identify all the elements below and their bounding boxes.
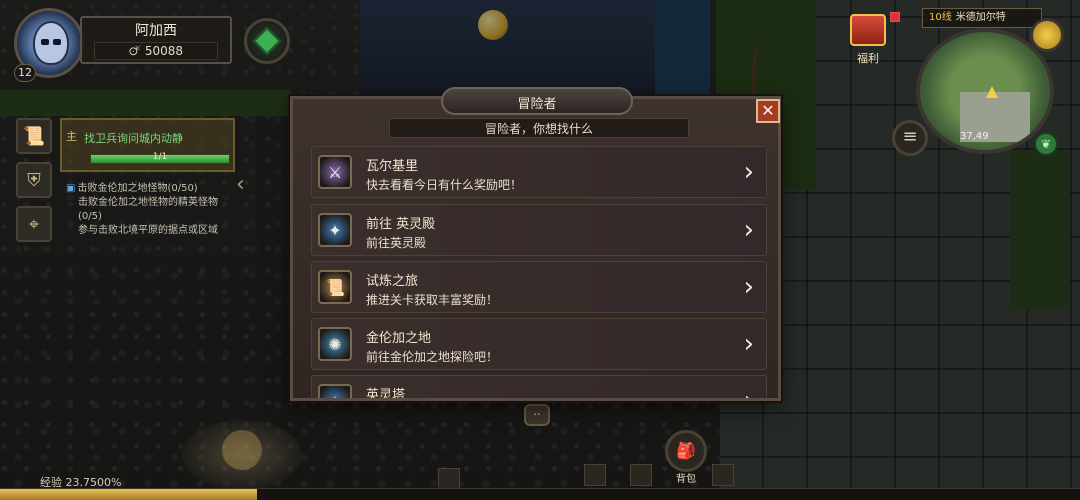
option-desc: 前往金伦加之地探险吧！ xyxy=(366,350,499,364)
gold-value: 50088 xyxy=(144,44,184,58)
minimap[interactable]: 37,49 xyxy=(916,28,1054,154)
skill-slot[interactable] xyxy=(630,464,652,486)
option-desc: 推进关卡获取丰富奖励！ xyxy=(366,293,499,307)
location-bar: 10线 米德加尔特 xyxy=(922,8,1042,28)
option-valhalla[interactable]: ✦ 前往 英灵殿 前往英灵殿 › xyxy=(311,204,767,256)
chevron-right-icon: › xyxy=(744,386,754,398)
day-cycle-sun-icon[interactable] xyxy=(1030,18,1064,52)
collapse-quest-arrow-icon[interactable]: ‹ xyxy=(236,172,245,197)
scroll-icon: 📜 xyxy=(318,270,352,304)
dialog-subtitle: 冒险者，你想找什么 xyxy=(484,122,593,136)
notification-dot xyxy=(890,12,900,22)
main-quest-title: 找卫兵询问城内动静 xyxy=(84,132,183,145)
welfare-button[interactable]: 福利 xyxy=(842,14,894,70)
valhalla-icon: ✦ xyxy=(318,213,352,247)
quest-detail-item: 参与击败北境平原的据点或区域 xyxy=(78,225,218,236)
tower-icon: ✦ xyxy=(318,384,352,398)
quest-progress-bar: 1/1 xyxy=(90,152,230,164)
quest-detail-item: 击败金伦加之地怪物的精英怪物(0/5) xyxy=(78,197,218,222)
quest-progress-text: 1/1 xyxy=(152,152,168,162)
gem-button[interactable] xyxy=(244,18,290,64)
option-title: 金伦加之地 xyxy=(366,331,432,346)
option-title: 前往 英灵殿 xyxy=(366,217,436,232)
skill-slot[interactable] xyxy=(712,464,734,486)
exp-bar xyxy=(0,488,1080,500)
coin-icon: 🜚 xyxy=(128,44,145,58)
avatar-face-icon xyxy=(33,21,69,65)
minimap-coords: 37,49 xyxy=(960,131,989,142)
option-title: 试炼之旅 xyxy=(366,274,419,289)
server-line: 10线 xyxy=(929,12,952,23)
skill-slot[interactable] xyxy=(584,464,606,486)
player-nameplate: 阿加西 🜚 50088 xyxy=(80,16,232,64)
portal-icon: ✺ xyxy=(318,327,352,361)
quest-detail-item: ▣ 击败金伦加之地怪物(0/50) xyxy=(66,183,198,194)
dialog-title: 冒险者 xyxy=(517,97,557,112)
joystick-knob[interactable] xyxy=(222,430,262,470)
bag-button[interactable]: 🎒 背包 xyxy=(662,430,710,485)
option-ginnungagap[interactable]: ✺ 金伦加之地 前往金伦加之地探险吧！ › xyxy=(311,318,767,370)
quest-side-icons: 📜 ⛨ ⌖ xyxy=(16,118,58,250)
chevron-right-icon: › xyxy=(743,272,754,302)
chevron-right-icon: › xyxy=(743,329,754,359)
option-title: 英灵塔 xyxy=(366,388,406,398)
valkyrie-icon: ⚔ xyxy=(318,155,352,189)
exp-bar-fill xyxy=(0,489,257,500)
option-valkyrie[interactable]: ⚔ 瓦尔基里 快去看看今日有什么奖励吧！ › xyxy=(311,146,767,198)
virtual-joystick[interactable] xyxy=(182,420,302,490)
map-pin-icon[interactable]: ⌖ xyxy=(16,206,52,242)
player-level-badge: 12 xyxy=(14,64,36,82)
option-desc: 前往英灵殿 xyxy=(366,236,427,250)
option-tower[interactable]: ✦ 英灵塔 › xyxy=(311,375,767,398)
gift-box-icon xyxy=(850,14,886,46)
leaf-icon[interactable]: ❦ xyxy=(1034,132,1058,156)
quest-scroll-icon[interactable]: 📜 xyxy=(16,118,52,154)
quest-type-icon: 主 xyxy=(66,130,77,143)
quest-detail-list[interactable]: ▣ 击败金伦加之地怪物(0/50) 击败金伦加之地怪物的精英怪物(0/5) 参与击… xyxy=(66,182,236,238)
options-list[interactable]: ⚔ 瓦尔基里 快去看看今日有什么奖励吧！ › ✦ 前往 英灵殿 前往英灵殿 › … xyxy=(311,146,767,398)
chevron-right-icon: › xyxy=(743,157,754,187)
quest-bullet-icon: ▣ xyxy=(66,183,76,194)
adventurer-dialog: 冒险者 ✕ 冒险者，你想找什么 ⚔ 瓦尔基里 快去看看今日有什么奖励吧！ › ✦… xyxy=(290,87,781,401)
menu-button[interactable]: ≡ xyxy=(892,120,928,156)
bag-label: 背包 xyxy=(676,474,696,485)
location-name: 米德加尔特 xyxy=(955,12,1006,23)
dialog-titlebar: 冒险者 xyxy=(441,87,633,115)
option-title: 瓦尔基里 xyxy=(366,159,419,174)
gem-icon xyxy=(252,26,282,56)
helmet-icon[interactable]: ⛨ xyxy=(16,162,52,198)
chat-bubble-icon: ·· xyxy=(533,408,541,421)
bag-icon: 🎒 xyxy=(665,430,707,472)
welfare-label: 福利 xyxy=(857,52,879,65)
menu-icon: ≡ xyxy=(902,126,918,147)
dialog-subtitle-bar: 冒险者，你想找什么 xyxy=(389,118,689,138)
option-desc: 快去看看今日有什么奖励吧！ xyxy=(366,178,523,192)
main-quest-panel[interactable]: 主 找卫兵询问城内动静 1/1 xyxy=(60,118,235,172)
close-button[interactable]: ✕ xyxy=(756,99,780,123)
player-name: 阿加西 xyxy=(135,23,177,39)
player-marker-icon xyxy=(986,86,998,98)
skill-slot[interactable] xyxy=(438,468,460,490)
option-trial[interactable]: 📜 试炼之旅 推进关卡获取丰富奖励！ › xyxy=(311,261,767,313)
chevron-right-icon: › xyxy=(743,215,754,245)
chat-button[interactable]: ·· xyxy=(524,404,550,426)
gold-counter: 🜚 50088 xyxy=(94,42,218,60)
